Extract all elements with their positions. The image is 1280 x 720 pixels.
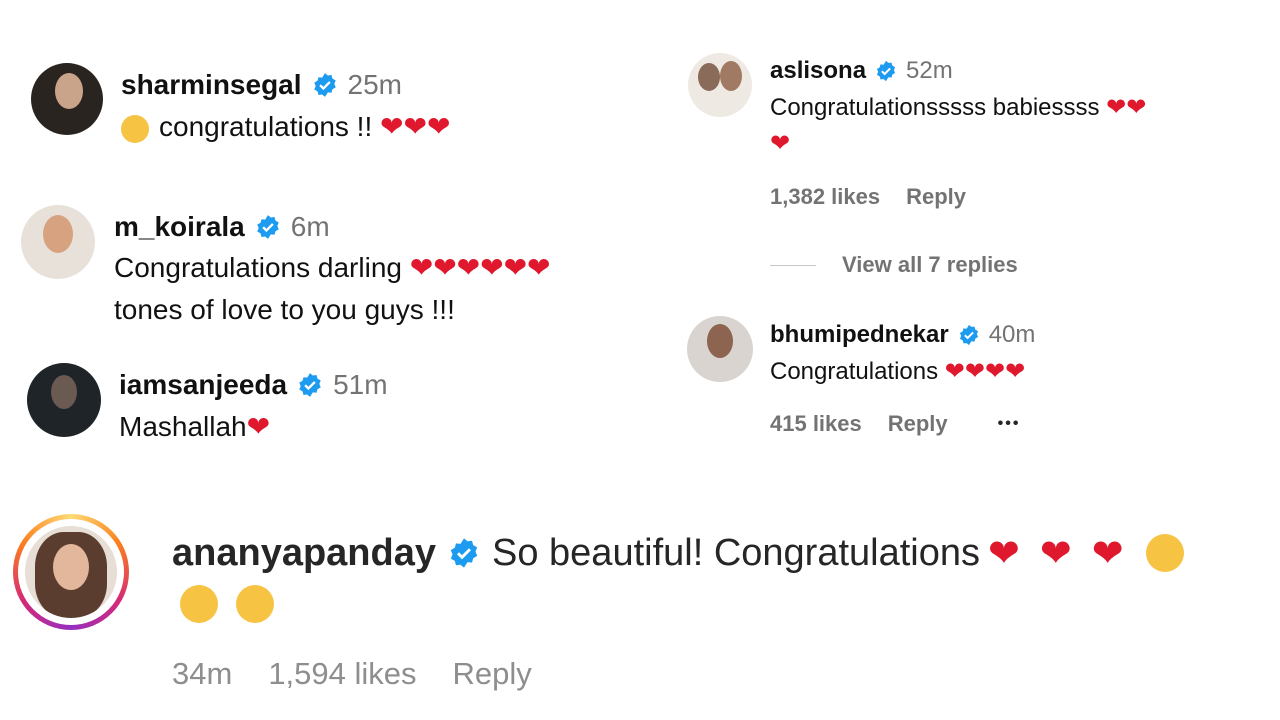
- heart-emoji: ❤: [770, 130, 791, 157]
- avatar-face-2: [720, 61, 742, 91]
- pleading-face-emoji: [1145, 534, 1184, 572]
- story-ring[interactable]: [13, 514, 129, 630]
- comment-text: Congratulations: [770, 358, 945, 385]
- heart-emoji: ❤: [1091, 532, 1124, 575]
- comment-text: congratulations !!: [159, 111, 381, 142]
- heart-emoji: ❤❤❤❤❤❤: [409, 252, 551, 283]
- heart-emoji: ❤: [246, 411, 271, 442]
- verified-badge-icon: [450, 538, 478, 568]
- username[interactable]: m_koirala: [114, 211, 245, 243]
- verified-badge-icon: [299, 373, 321, 397]
- comment-text-line-2: tones of love to you guys !!!: [114, 294, 455, 325]
- username[interactable]: sharminsegal: [121, 69, 302, 101]
- verified-badge-icon: [313, 73, 336, 97]
- pleading-face-emoji: [236, 585, 274, 623]
- likes-count[interactable]: 1,382 likes: [770, 184, 880, 210]
- avatar[interactable]: [687, 316, 753, 382]
- username[interactable]: bhumipednekar: [770, 321, 949, 349]
- verified-badge-icon: [959, 324, 978, 346]
- username[interactable]: ananyapanday: [172, 532, 436, 575]
- reply-button[interactable]: Reply: [906, 184, 966, 210]
- comment-text: Congratulationsssss babiessss: [770, 94, 1107, 121]
- heart-emoji: ❤❤❤❤: [944, 358, 1026, 385]
- replies-divider: [770, 264, 816, 266]
- avatar[interactable]: [688, 53, 752, 117]
- avatar[interactable]: [27, 363, 101, 437]
- avatar-face: [51, 375, 77, 409]
- username[interactable]: aslisona: [770, 57, 866, 85]
- likes-count[interactable]: 1,594 likes: [268, 656, 416, 692]
- partying-face-emoji: [121, 114, 149, 143]
- view-replies-button[interactable]: View all 7 replies: [842, 252, 1018, 278]
- heart-emoji: ❤❤❤: [380, 111, 451, 142]
- reply-button[interactable]: Reply: [888, 411, 948, 437]
- avatar-face: [53, 544, 89, 590]
- more-dots-icon[interactable]: •••: [998, 415, 1021, 433]
- comment-time: 34m: [172, 656, 233, 691]
- username[interactable]: iamsanjeeda: [119, 369, 287, 401]
- comment-text: Congratulations darling: [114, 252, 410, 283]
- likes-count[interactable]: 415 likes: [770, 411, 862, 437]
- comment-time: 52m: [906, 57, 953, 84]
- avatar[interactable]: [21, 205, 95, 279]
- comment-text: Mashallah: [119, 411, 247, 442]
- comment-time: 25m: [347, 69, 402, 100]
- comment-text: So beautiful! Congratulations: [492, 531, 980, 574]
- reply-button[interactable]: Reply: [453, 656, 532, 692]
- heart-emoji: ❤: [1039, 532, 1072, 575]
- comment-time: 51m: [333, 369, 388, 400]
- avatar[interactable]: [31, 63, 103, 135]
- avatar-face: [43, 215, 73, 253]
- comment-time: 6m: [290, 211, 330, 242]
- verified-badge-icon: [876, 60, 896, 82]
- pleading-face-emoji: [180, 585, 218, 623]
- heart-emoji: ❤: [988, 532, 1020, 575]
- heart-emoji: ❤❤: [1106, 94, 1147, 121]
- avatar-face: [707, 324, 733, 358]
- verified-badge-icon: [257, 215, 279, 239]
- comment-time: 40m: [988, 321, 1036, 348]
- avatar-face: [698, 63, 720, 91]
- avatar-face: [55, 73, 83, 109]
- avatar: [25, 526, 117, 618]
